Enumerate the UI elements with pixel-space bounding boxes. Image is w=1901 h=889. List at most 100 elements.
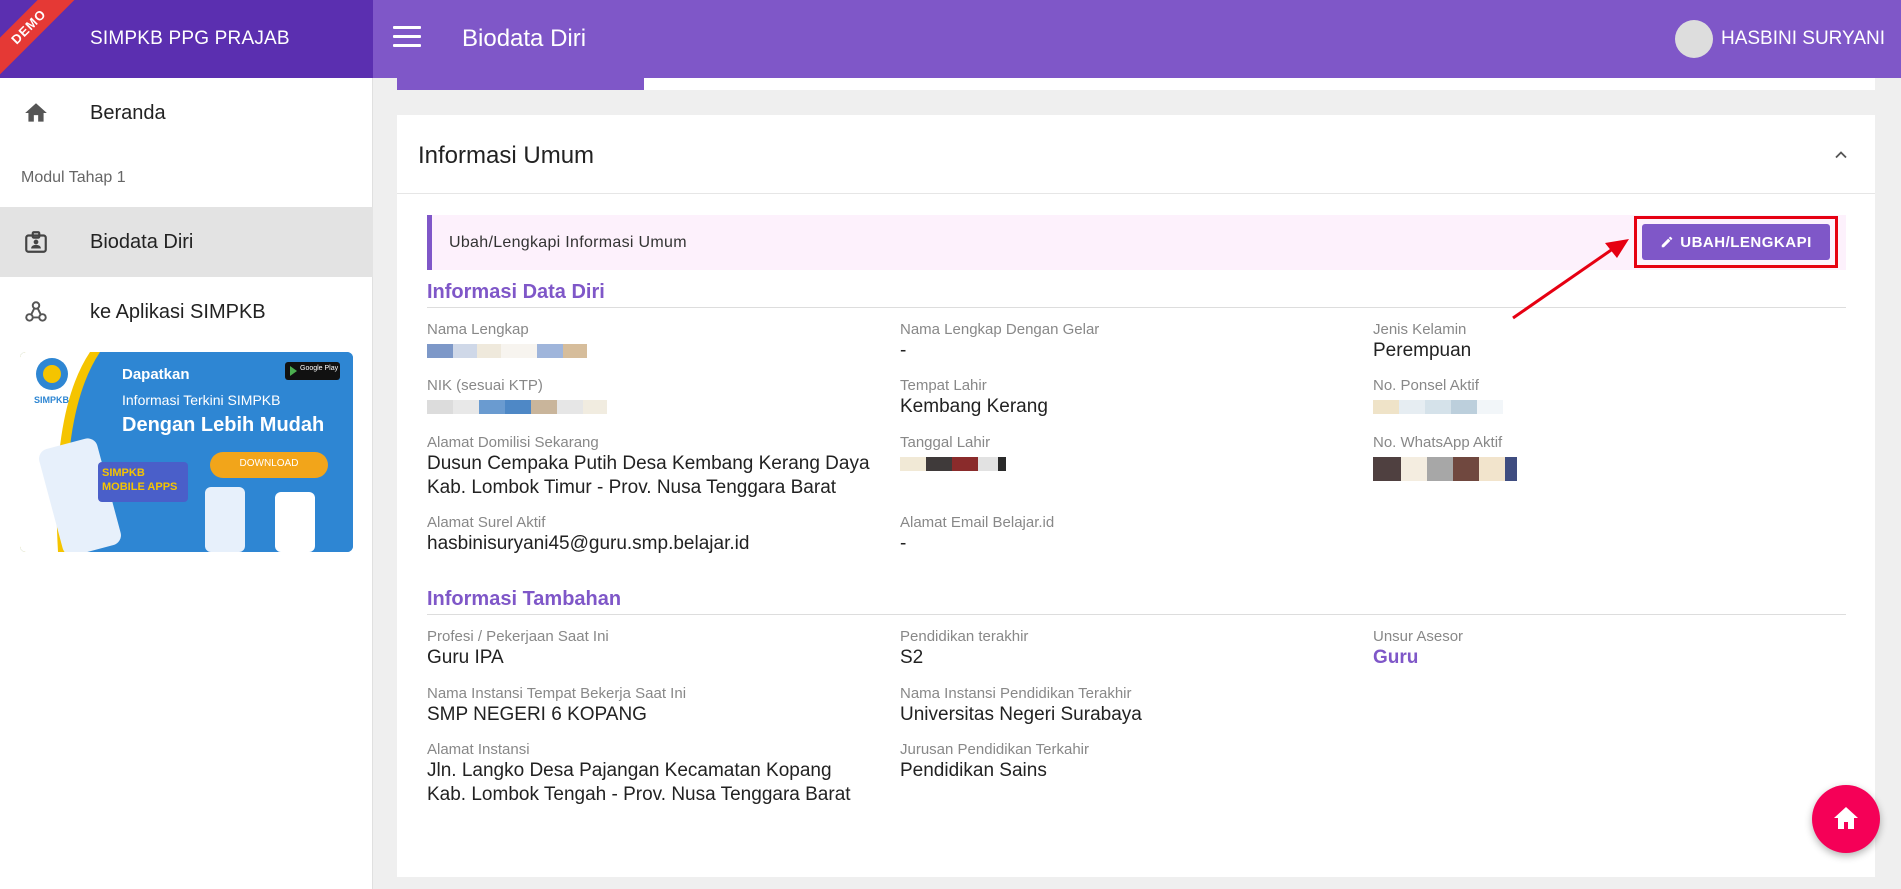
field-nik: NIK (sesuai KTP) — [427, 377, 887, 414]
card-header[interactable]: Informasi Umum — [397, 115, 1875, 194]
field-nama-gelar: Nama Lengkap Dengan Gelar - — [900, 321, 1360, 363]
field-value: Kembang Kerang — [900, 396, 1048, 417]
banner-line2: Informasi Terkini SIMPKB — [122, 392, 281, 408]
field-jurusan: Jurusan Pendidikan Terkahir Pendidikan S… — [900, 741, 1360, 783]
sidebar: Beranda Modul Tahap 1 Biodata Diri ke Ap… — [0, 78, 373, 889]
field-profesi: Profesi / Pekerjaan Saat Ini Guru IPA — [427, 628, 887, 670]
ubah-lengkapi-button[interactable]: UBAH/LENGKAPI — [1642, 224, 1830, 260]
field-label: Unsur Asesor — [1373, 628, 1464, 645]
field-value: - — [900, 340, 907, 361]
hamburger-menu-icon[interactable] — [393, 26, 421, 50]
field-instansi-pendidikan: Nama Instansi Pendidikan Terakhir Univer… — [900, 685, 1360, 727]
sidebar-item-biodata[interactable]: Biodata Diri — [0, 207, 373, 277]
field-value: Perempuan — [1373, 340, 1472, 361]
annotation-arrow-icon — [1512, 239, 1629, 320]
field-pendidikan: Pendidikan terakhir S2 — [900, 628, 1360, 670]
field-label: Alamat Email Belajar.id — [900, 514, 1055, 531]
home-icon — [1834, 807, 1858, 829]
field-surel: Alamat Surel Aktif hasbinisuryani45@guru… — [427, 514, 887, 556]
sidebar-section-label: Modul Tahap 1 — [21, 169, 126, 186]
field-value: hasbinisuryani45@guru.smp.belajar.id — [427, 533, 750, 554]
field-tempat-lahir: Tempat Lahir Kembang Kerang — [900, 377, 1360, 419]
field-value-line2: Kab. Lombok Tengah - Prov. Nusa Tenggara… — [427, 784, 851, 805]
field-value: Pendidikan Sains — [900, 760, 1047, 781]
field-label: No. Ponsel Aktif — [1373, 377, 1479, 394]
field-unsur-asesor: Unsur Asesor Guru — [1373, 628, 1833, 670]
tab-strip — [397, 78, 1875, 90]
sidebar-item-label: ke Aplikasi SIMPKB — [90, 300, 266, 323]
field-label: Jenis Kelamin — [1373, 321, 1467, 338]
edit-highlight-box: UBAH/LENGKAPI — [1634, 216, 1838, 268]
field-alamat-domisili: Alamat Domilisi Sekarang Dusun Cempaka P… — [427, 434, 887, 500]
sidebar-item-label: Biodata Diri — [90, 230, 194, 253]
home-icon — [25, 103, 47, 122]
field-tanggal-lahir: Tanggal Lahir — [900, 434, 1360, 471]
field-nama-lengkap: Nama Lengkap — [427, 321, 887, 358]
informasi-umum-card: Informasi Umum Ubah/Lengkapi Informasi U… — [397, 115, 1875, 877]
simpkb-mobile-banner[interactable]: SIMPKB Dapatkan Informasi Terkini SIMPKB… — [20, 352, 353, 552]
field-label: Nama Instansi Pendidikan Terakhir — [900, 685, 1132, 702]
section-title-data-diri: Informasi Data Diri — [427, 281, 605, 303]
brand-bar: DEMO SIMPKB PPG PRAJAB — [0, 0, 373, 78]
field-label: Alamat Surel Aktif — [427, 514, 546, 531]
field-value-line2: Kab. Lombok Timur - Prov. Nusa Tenggara … — [427, 477, 837, 498]
banner-store-label: Google Play — [300, 365, 339, 372]
field-label: No. WhatsApp Aktif — [1373, 434, 1503, 451]
banner-line3: Dengan Lebih Mudah — [122, 414, 325, 436]
home-fab-button[interactable] — [1812, 785, 1880, 853]
badge-icon — [25, 231, 47, 253]
field-label: Nama Lengkap — [427, 321, 529, 338]
top-app-bar: Biodata Diri HASBINI SURYANI — [373, 0, 1901, 78]
chevron-up-icon[interactable] — [1831, 145, 1851, 165]
redacted-value — [1373, 457, 1833, 481]
field-value: S2 — [900, 647, 924, 668]
field-email-belajar: Alamat Email Belajar.id - — [900, 514, 1360, 556]
active-tab-indicator — [397, 78, 644, 90]
banner-download-label: DOWNLOAD — [239, 458, 299, 469]
field-label: Pendidikan terakhir — [900, 628, 1029, 645]
banner-apps-label: SIMPKB MOBILE APPS — [102, 467, 178, 493]
banner-line1: Dapatkan — [122, 366, 190, 383]
field-label: NIK (sesuai KTP) — [427, 377, 543, 394]
field-instansi: Nama Instansi Tempat Bekerja Saat Ini SM… — [427, 685, 887, 727]
demo-ribbon: DEMO — [0, 0, 85, 78]
avatar — [1674, 20, 1713, 58]
section-title-tambahan: Informasi Tambahan — [427, 588, 622, 610]
field-label: Alamat Domilisi Sekarang — [427, 434, 599, 451]
sidebar-item-aplikasi-simpkb[interactable]: ke Aplikasi SIMPKB — [0, 277, 373, 347]
redacted-value — [1373, 400, 1833, 414]
field-label: Nama Instansi Tempat Bekerja Saat Ini — [427, 685, 687, 702]
field-value: - — [900, 533, 907, 554]
notice-text: Ubah/Lengkapi Informasi Umum — [449, 234, 687, 251]
field-value-line1: Dusun Cempaka Putih Desa Kembang Kerang … — [427, 453, 870, 474]
banner-logo-text: SIMPKB — [34, 395, 70, 405]
field-value: Guru IPA — [427, 647, 504, 668]
ubah-lengkapi-label: UBAH/LENGKAPI — [1680, 233, 1812, 251]
field-label: Tanggal Lahir — [900, 434, 991, 451]
pencil-icon — [1661, 236, 1673, 248]
brand-title[interactable]: SIMPKB PPG PRAJAB — [90, 28, 290, 50]
field-alamat-instansi: Alamat Instansi Jln. Langko Desa Pajanga… — [427, 741, 887, 807]
field-value: Universitas Negeri Surabaya — [900, 704, 1142, 725]
page-title: Biodata Diri — [462, 25, 587, 52]
user-name: HASBINI SURYANI — [1720, 28, 1885, 49]
field-ponsel: No. Ponsel Aktif — [1373, 377, 1833, 414]
redacted-value — [427, 344, 887, 358]
webhook-icon — [25, 301, 47, 322]
field-label: Tempat Lahir — [900, 377, 987, 394]
field-label: Profesi / Pekerjaan Saat Ini — [427, 628, 609, 645]
field-label: Alamat Instansi — [427, 741, 530, 758]
user-menu[interactable]: HASBINI SURYANI — [1674, 20, 1885, 58]
field-value: Guru — [1373, 647, 1419, 668]
field-value: SMP NEGERI 6 KOPANG — [427, 704, 647, 725]
redacted-value — [427, 400, 887, 414]
field-label: Nama Lengkap Dengan Gelar — [900, 321, 1100, 338]
card-title: Informasi Umum — [418, 142, 595, 169]
sidebar-item-beranda[interactable]: Beranda — [0, 78, 373, 148]
field-label: Jurusan Pendidikan Terkahir — [900, 741, 1090, 758]
redacted-value — [900, 457, 1360, 471]
field-jenis-kelamin: Jenis Kelamin Perempuan — [1373, 321, 1833, 363]
field-whatsapp: No. WhatsApp Aktif — [1373, 434, 1833, 481]
field-value-line1: Jln. Langko Desa Pajangan Kecamatan Kopa… — [427, 760, 832, 781]
section-divider — [427, 614, 1846, 615]
